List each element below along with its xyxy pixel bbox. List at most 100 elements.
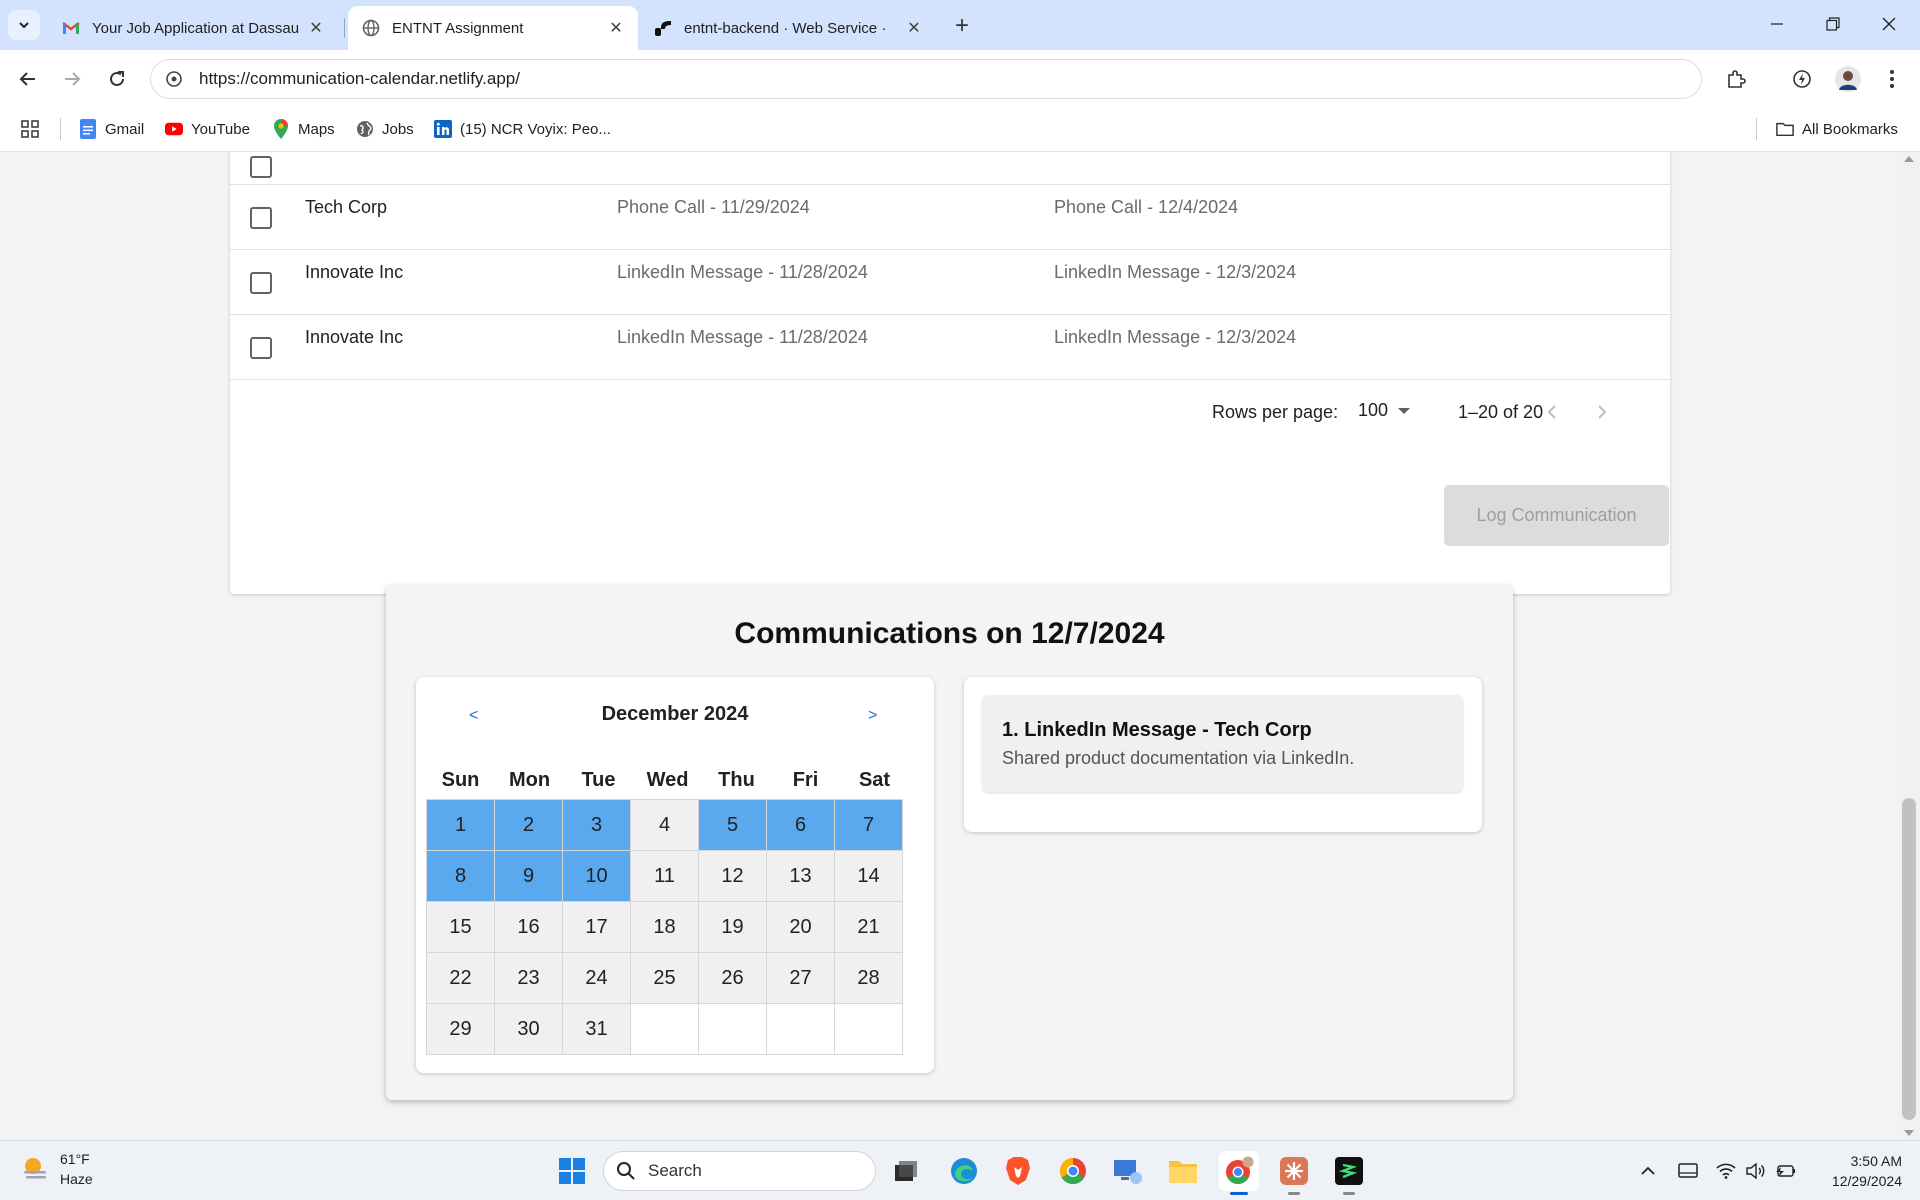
- page-scrollbar[interactable]: [1898, 152, 1920, 1140]
- taskbar-app-edge[interactable]: [944, 1151, 984, 1191]
- performance-button[interactable]: [1786, 63, 1818, 95]
- rows-per-page-select[interactable]: 100: [1358, 400, 1411, 421]
- calendar-day[interactable]: 22: [426, 952, 495, 1004]
- calendar-day[interactable]: 18: [630, 901, 699, 953]
- system-clock[interactable]: 3:50 AM 12/29/2024: [1818, 1151, 1902, 1191]
- taskbar-app-file-explorer[interactable]: [1163, 1151, 1203, 1191]
- bookmark-gmail[interactable]: Gmail: [79, 116, 144, 142]
- close-window-button[interactable]: [1866, 8, 1912, 40]
- calendar-day[interactable]: 15: [426, 901, 495, 953]
- calendar-day[interactable]: 27: [766, 952, 835, 1004]
- tray-display-icon-button[interactable]: [1676, 1159, 1700, 1183]
- browser-menu-button[interactable]: [1876, 63, 1908, 95]
- calendar-week: 15 16 17 18 19 20 21: [426, 901, 909, 953]
- calendar-day[interactable]: 31: [562, 1003, 631, 1055]
- calendar-day[interactable]: 1: [426, 799, 495, 851]
- tab-entnt-assignment[interactable]: ENTNT Assignment ✕: [348, 6, 638, 50]
- taskbar-app-chrome-profile[interactable]: [1219, 1151, 1259, 1195]
- bookmark-youtube[interactable]: YouTube: [165, 116, 250, 142]
- taskbar-app-claude[interactable]: [1274, 1151, 1314, 1195]
- bookmark-maps[interactable]: Maps: [272, 116, 335, 142]
- calendar-day[interactable]: 29: [426, 1003, 495, 1055]
- calendar-day[interactable]: 10: [562, 850, 631, 902]
- new-tab-button[interactable]: +: [948, 12, 976, 40]
- taskbar-app-chrome[interactable]: [1053, 1151, 1093, 1191]
- calendar-day[interactable]: 16: [494, 901, 563, 953]
- calendar-day[interactable]: 25: [630, 952, 699, 1004]
- row-checkbox[interactable]: [250, 156, 272, 178]
- site-info-icon[interactable]: [165, 70, 183, 88]
- bookmark-linkedin[interactable]: (15) NCR Voyix: Peo...: [434, 116, 611, 142]
- table-row[interactable]: Tech Corp Phone Call - 11/29/2024 Phone …: [230, 185, 1670, 250]
- taskbar-app-brave[interactable]: [998, 1151, 1038, 1191]
- event-item[interactable]: 1. LinkedIn Message - Tech Corp Shared p…: [982, 695, 1463, 792]
- tab-gmail[interactable]: Your Job Application at Dassault ✕: [48, 6, 338, 50]
- reload-button[interactable]: [101, 63, 133, 95]
- calendar-day[interactable]: 6: [766, 799, 835, 851]
- tab-search-button[interactable]: [8, 10, 40, 40]
- extensions-button[interactable]: [1720, 63, 1752, 95]
- battery-button[interactable]: [1774, 1159, 1798, 1183]
- table-row: [230, 152, 1670, 185]
- calendar-day[interactable]: 9: [494, 850, 563, 902]
- profile-avatar[interactable]: [1832, 63, 1864, 95]
- previous-page-button[interactable]: [1536, 396, 1568, 428]
- restore-button[interactable]: [1810, 8, 1856, 40]
- row-checkbox[interactable]: [250, 272, 272, 294]
- calendar-day[interactable]: 28: [834, 952, 903, 1004]
- calendar-day[interactable]: 11: [630, 850, 699, 902]
- address-bar[interactable]: https://communication-calendar.netlify.a…: [150, 59, 1702, 99]
- row-checkbox[interactable]: [250, 207, 272, 229]
- calendar-month-label: December 2024: [601, 703, 749, 725]
- calendar-day[interactable]: 2: [494, 799, 563, 851]
- calendar-day[interactable]: 19: [698, 901, 767, 953]
- scroll-down-arrow[interactable]: [1904, 1130, 1914, 1136]
- calendar-day[interactable]: 17: [562, 901, 631, 953]
- show-hidden-icons-button[interactable]: [1636, 1159, 1660, 1183]
- calendar-day[interactable]: 4: [630, 799, 699, 851]
- tab-entnt-backend[interactable]: entnt-backend · Web Service · ✕: [640, 6, 936, 50]
- calendar-day[interactable]: 5: [698, 799, 767, 851]
- table-row[interactable]: Innovate Inc LinkedIn Message - 11/28/20…: [230, 250, 1670, 315]
- bookmark-jobs[interactable]: Jobs: [356, 116, 414, 142]
- next-communication-cell: Phone Call - 12/4/2024: [1054, 197, 1239, 217]
- next-page-button[interactable]: [1586, 396, 1618, 428]
- log-communication-button[interactable]: Log Communication: [1444, 485, 1669, 546]
- calendar-day[interactable]: 20: [766, 901, 835, 953]
- calendar-day[interactable]: 14: [834, 850, 903, 902]
- scroll-up-arrow[interactable]: [1904, 156, 1914, 162]
- calendar-day[interactable]: 30: [494, 1003, 563, 1055]
- back-button[interactable]: [12, 63, 44, 95]
- close-icon[interactable]: ✕: [606, 18, 626, 38]
- all-bookmarks-button[interactable]: All Bookmarks: [1776, 116, 1898, 142]
- taskbar-app-task-view[interactable]: [886, 1151, 926, 1191]
- calendar-day[interactable]: 21: [834, 901, 903, 953]
- calendar-day[interactable]: 23: [494, 952, 563, 1004]
- table-row[interactable]: Innovate Inc LinkedIn Message - 11/28/20…: [230, 315, 1670, 380]
- calendar-day[interactable]: 12: [698, 850, 767, 902]
- apps-grid-icon: [21, 120, 39, 138]
- taskbar-app-terminal[interactable]: [1329, 1151, 1369, 1195]
- calendar-day[interactable]: 3: [562, 799, 631, 851]
- weather-widget[interactable]: 61°F Haze: [20, 1149, 93, 1189]
- start-button[interactable]: [552, 1151, 592, 1191]
- close-icon[interactable]: ✕: [904, 18, 924, 38]
- calendar-day[interactable]: 26: [698, 952, 767, 1004]
- volume-button[interactable]: [1744, 1159, 1768, 1183]
- taskbar-app-remote-desktop[interactable]: [1108, 1151, 1148, 1191]
- apps-button[interactable]: [20, 116, 40, 142]
- calendar-day[interactable]: 13: [766, 850, 835, 902]
- row-checkbox[interactable]: [250, 337, 272, 359]
- calendar-next-button[interactable]: >: [868, 707, 877, 725]
- calendar-day[interactable]: 24: [562, 952, 631, 1004]
- caret-down-icon: [1398, 407, 1411, 414]
- calendar-day[interactable]: 7: [834, 799, 903, 851]
- taskbar-search[interactable]: Search: [603, 1151, 876, 1191]
- close-icon[interactable]: ✕: [306, 18, 326, 38]
- forward-button[interactable]: [56, 63, 88, 95]
- scrollbar-thumb[interactable]: [1902, 798, 1916, 1120]
- event-title: 1. LinkedIn Message - Tech Corp: [1002, 719, 1312, 741]
- network-button[interactable]: [1714, 1159, 1738, 1183]
- minimize-button[interactable]: [1754, 8, 1800, 40]
- calendar-day[interactable]: 8: [426, 850, 495, 902]
